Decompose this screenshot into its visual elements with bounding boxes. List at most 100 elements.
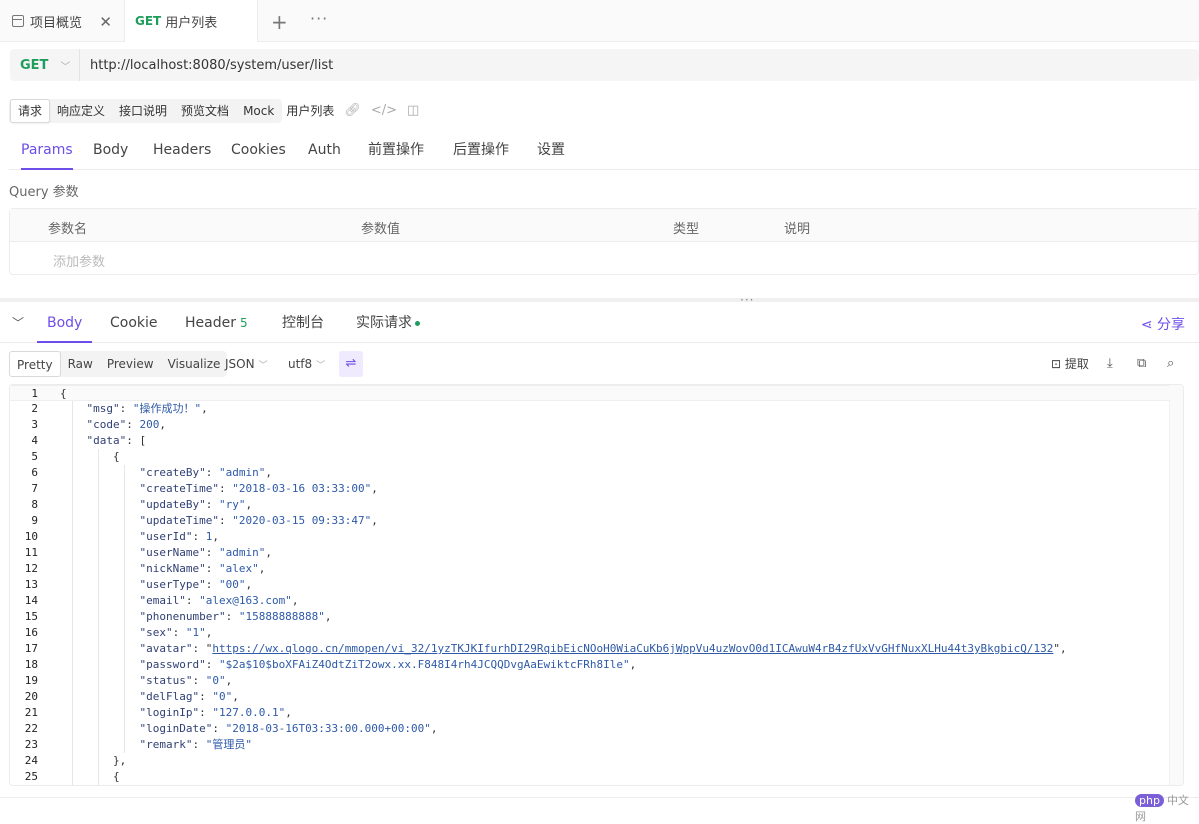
response-code-editor[interactable]: 1{2 "msg": "操作成功！", 3 "code": 200, 4 "data… xyxy=(9,384,1184,786)
resp-tab-body[interactable]: Body xyxy=(37,304,93,343)
url-input[interactable]: http://localhost:8080/system/user/list xyxy=(80,58,333,73)
code-line: 6 "createBy": "admin", xyxy=(10,465,1170,481)
code-icon[interactable]: </> xyxy=(371,103,397,118)
doc-title: 用户列表 xyxy=(286,104,335,118)
code-text: }, xyxy=(60,754,127,767)
add-param-placeholder[interactable]: 添加参数 xyxy=(53,251,105,270)
line-number: 21 xyxy=(24,706,38,719)
encoding-select[interactable]: utf8 ﹀ xyxy=(288,351,325,377)
code-line: 3 "code": 200, xyxy=(10,417,1170,433)
line-number: 22 xyxy=(24,722,38,735)
chevron-down-icon: ﹀ xyxy=(60,61,71,73)
extract-label: 提取 xyxy=(1064,357,1089,371)
mode-response-definition[interactable]: 响应定义 xyxy=(50,99,112,123)
add-tab-icon[interactable]: + xyxy=(271,10,288,34)
more-icon[interactable]: ··· xyxy=(310,9,328,28)
code-text: "userName": "admin", xyxy=(139,546,272,559)
line-number: 19 xyxy=(24,674,38,687)
tab-bar: 项目概览 ✕ GET 用户列表 + ··· xyxy=(0,0,1199,42)
link-icon[interactable]: 🔗︎ xyxy=(344,103,361,118)
line-number: 16 xyxy=(24,626,38,639)
close-icon[interactable]: ✕ xyxy=(99,13,112,31)
line-number: 23 xyxy=(24,738,38,751)
column-header: 类型 xyxy=(673,222,700,237)
code-text: "delFlag": "0", xyxy=(139,690,239,703)
add-param-row[interactable]: 添加参数 xyxy=(10,242,1198,275)
code-line: 21 "loginIp": "127.0.0.1", xyxy=(10,705,1170,721)
params-table: 参数名 参数值 类型 说明 添加参数 xyxy=(9,208,1199,275)
code-text: "phonenumber": "15888888888", xyxy=(139,610,332,623)
code-text: "remark": "管理员" xyxy=(139,738,252,751)
line-number: 12 xyxy=(24,562,38,575)
format-pretty[interactable]: Pretty xyxy=(9,351,61,377)
tab-post-operations[interactable]: 后置操作 xyxy=(453,130,509,170)
line-number: 11 xyxy=(24,546,38,559)
resp-tab-cookie[interactable]: Cookie xyxy=(110,304,158,343)
code-text: { xyxy=(60,387,67,400)
line-number: 2 xyxy=(31,402,38,415)
download-icon[interactable]: ⤓ xyxy=(1107,351,1113,377)
code-text: "updateBy": "ry", xyxy=(139,498,253,511)
mode-preview-doc[interactable]: 预览文档 xyxy=(174,99,236,123)
format-raw[interactable]: Raw xyxy=(61,351,100,377)
layout-icon xyxy=(12,15,24,27)
tab-user-list[interactable]: GET 用户列表 xyxy=(125,0,258,42)
mode-api-description[interactable]: 接口说明 xyxy=(112,99,174,123)
chevron-down-icon[interactable]: ﹀ xyxy=(12,314,24,331)
tab-pre-operations[interactable]: 前置操作 xyxy=(368,130,424,170)
line-number: 15 xyxy=(24,610,38,623)
response-tabs: ﹀ Body Cookie Header 5 控制台 实际请求 ⋖ 分享 xyxy=(0,304,1199,343)
panel-icon[interactable]: ◫ xyxy=(407,103,419,118)
encoding-select-value: utf8 xyxy=(288,357,313,371)
code-line: 7 "createTime": "2018-03-16 03:33:00", xyxy=(10,481,1170,497)
copy-icon[interactable]: ⧉ xyxy=(1137,351,1146,377)
format-visualize[interactable]: Visualize xyxy=(161,351,228,377)
share-button[interactable]: ⋖ 分享 xyxy=(1141,314,1185,334)
code-line: 16 "sex": "1", xyxy=(10,625,1170,641)
format-switch: Pretty Raw Preview Visualize xyxy=(9,351,228,377)
mode-mock[interactable]: Mock xyxy=(236,99,281,123)
chevron-down-icon: ﹀ xyxy=(258,361,268,371)
resp-tab-header-label: Header xyxy=(185,315,236,331)
panel-divider[interactable] xyxy=(0,298,1199,302)
line-number: 3 xyxy=(31,418,38,431)
code-line: 14 "email": "alex@163.com", xyxy=(10,593,1170,609)
method-select[interactable]: GET ﹀ xyxy=(10,49,80,81)
code-text: "createBy": "admin", xyxy=(139,466,272,479)
mode-request[interactable]: 请求 xyxy=(10,98,51,123)
type-select[interactable]: JSON ﹀ xyxy=(225,351,268,377)
code-text: "code": 200, xyxy=(86,418,167,431)
doc-mode-switch: 请求 响应定义 接口说明 预览文档 Mock xyxy=(9,98,283,123)
search-icon[interactable]: ⌕ xyxy=(1167,351,1174,377)
url-bar: GET ﹀ http://localhost:8080/system/user/… xyxy=(10,49,1199,81)
extract-icon: ⊡ xyxy=(1051,357,1062,371)
tab-params[interactable]: Params xyxy=(21,130,73,170)
tab-auth[interactable]: Auth xyxy=(308,130,341,170)
resp-tab-actual-request-label: 实际请求 xyxy=(356,315,412,331)
code-line: 18 "password": "$2a$10$boXFAiZ4OdtZiT2ow… xyxy=(10,657,1170,673)
code-text: "loginIp": "127.0.0.1", xyxy=(139,706,292,719)
line-number: 8 xyxy=(31,498,38,511)
response-toolbar: Pretty Raw Preview Visualize JSON ﹀ utf8 ﹀… xyxy=(9,351,1199,377)
format-preview[interactable]: Preview xyxy=(100,351,161,377)
tab-label: 项目概览 xyxy=(30,15,83,31)
tab-project-overview[interactable]: 项目概览 ✕ xyxy=(0,0,125,42)
resp-tab-actual-request[interactable]: 实际请求 xyxy=(356,304,420,343)
tab-body[interactable]: Body xyxy=(93,130,128,170)
tab-cookies[interactable]: Cookies xyxy=(231,130,286,170)
code-line: 5 { xyxy=(10,449,1170,465)
code-text: "status": "0", xyxy=(139,674,233,687)
code-text: "msg": "操作成功！", xyxy=(86,402,208,415)
tab-settings[interactable]: 设置 xyxy=(537,130,565,170)
scrollbar[interactable] xyxy=(1169,385,1183,785)
code-line: 24 }, xyxy=(10,753,1170,769)
resp-tab-console[interactable]: 控制台 xyxy=(282,304,324,343)
code-line: 22 "loginDate": "2018-03-16T03:33:00.000… xyxy=(10,721,1170,737)
word-wrap-icon[interactable]: ⇌ xyxy=(339,351,363,377)
tab-headers[interactable]: Headers xyxy=(153,130,211,170)
extract-button[interactable]: ⊡ 提取 xyxy=(1051,351,1089,377)
line-number: 18 xyxy=(24,658,38,671)
resp-tab-header[interactable]: Header 5 xyxy=(185,304,248,343)
column-header: 参数名 xyxy=(48,222,88,237)
line-number: 4 xyxy=(31,434,38,447)
